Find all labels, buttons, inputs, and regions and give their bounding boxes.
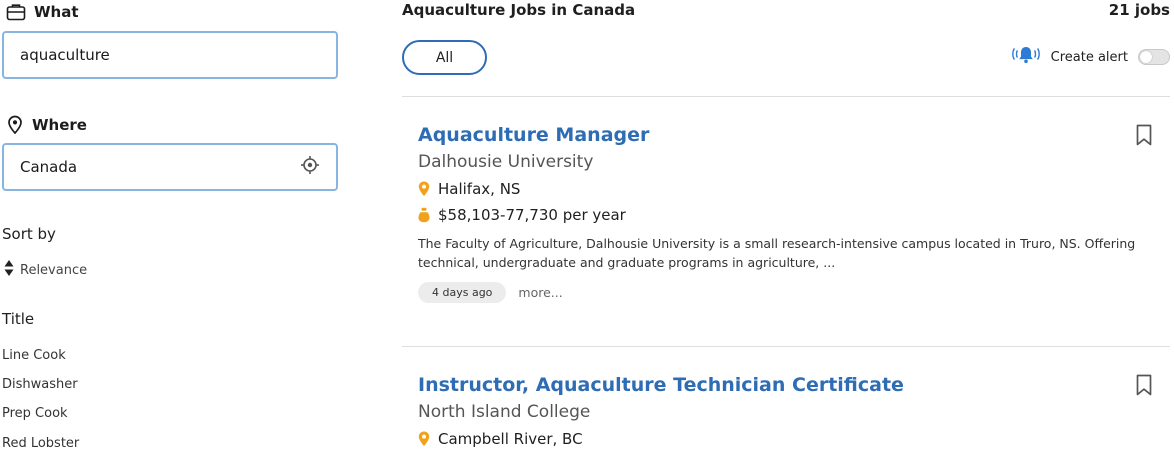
divider [402,346,1170,347]
location-pin-icon [418,181,430,197]
sort-selected-value: Relevance [20,262,88,278]
create-alert-label: Create alert [1050,49,1128,65]
title-filter-item[interactable]: Prep Cook [2,406,68,421]
job-location: Campbell River, BC [438,430,583,448]
where-input[interactable] [20,158,280,176]
job-snippet: The Faculty of Agriculture, Dalhousie Un… [418,236,1136,270]
sort-by-title: Sort by [2,225,56,243]
create-alert-toggle[interactable] [1138,49,1170,65]
briefcase-icon [6,3,26,21]
what-input[interactable] [20,46,280,64]
title-filter-item[interactable]: Line Cook [2,348,66,363]
sort-by-control[interactable]: Relevance [4,259,87,281]
job-card[interactable]: Instructor, Aquaculture Technician Certi… [418,374,1166,448]
search-sidebar: What Where Sort by Relevance Title Line … [0,0,345,466]
bookmark-icon[interactable] [1136,374,1152,400]
job-count: 21 jobs [1108,1,1170,19]
sort-arrows-icon [4,259,14,281]
job-footer: 4 days ago more... [418,282,1166,303]
money-bag-icon [418,207,430,223]
where-label: Where [6,115,87,135]
title-filter-item[interactable]: Dishwasher [2,377,78,392]
job-salary: $58,103-77,730 per year [438,206,626,224]
results-panel: Aquaculture Jobs in Canada 21 jobs All C… [402,0,1174,466]
more-link[interactable]: more... [518,285,562,300]
location-pin-icon [6,115,24,135]
job-title-link[interactable]: Aquaculture Manager [418,124,649,146]
title-filter-item[interactable]: Red Lobster [2,436,79,451]
job-title-link[interactable]: Instructor, Aquaculture Technician Certi… [418,374,904,396]
location-pin-icon [418,431,430,447]
what-label-text: What [34,3,79,21]
create-alert-control[interactable]: Create alert [1011,44,1170,70]
what-input-box[interactable] [2,31,338,79]
locate-me-icon[interactable] [300,155,320,179]
what-label: What [6,3,79,21]
divider [402,96,1170,97]
job-location-row: Halifax, NS [418,180,1166,198]
where-input-box[interactable] [2,143,338,191]
where-label-text: Where [32,116,87,134]
toggle-knob [1140,51,1152,63]
job-location-row: Campbell River, BC [418,430,1166,448]
title-filter-heading: Title [2,310,35,328]
company-name: North Island College [418,402,591,422]
job-card[interactable]: Aquaculture Manager Dalhousie University… [418,124,1166,303]
job-salary-row: $58,103-77,730 per year [418,206,1166,224]
company-name: Dalhousie University [418,152,594,172]
bookmark-icon[interactable] [1136,124,1152,150]
bell-icon [1011,44,1041,70]
job-location: Halifax, NS [438,180,521,198]
job-age-badge: 4 days ago [418,282,507,303]
results-heading: Aquaculture Jobs in Canada [402,1,636,19]
filter-chip-all[interactable]: All [402,40,487,75]
